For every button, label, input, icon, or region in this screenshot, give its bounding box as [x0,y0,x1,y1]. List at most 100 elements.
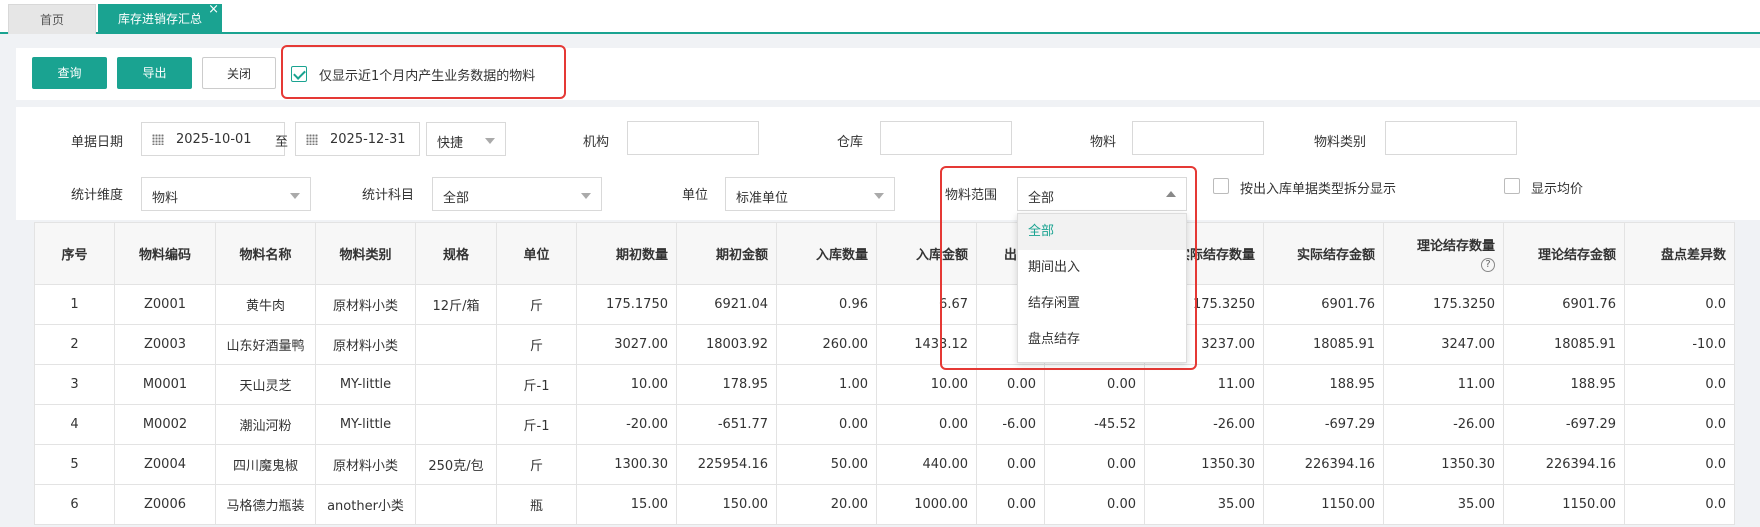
table-cell: 6921.04 [676,284,777,325]
table-row[interactable]: 1 Z0001 黄牛肉 原材料小类 12斤/箱斤 175.1750 6921.04 0.96 6… [34,284,1735,325]
table-row[interactable]: 5 Z0004 四川魔鬼椒 原材料小类 250克/包斤 1300.30 225954.16 5… [34,444,1735,485]
close-button[interactable]: 关闭 [202,57,276,89]
table-cell: 斤 [496,444,577,485]
range-select[interactable]: 全部 [1017,177,1187,211]
table-cell: 3 [34,364,115,405]
table-cell [415,484,497,525]
table-row[interactable]: 2 Z0003 山东好酒量鸭 原材料小类斤 3027.00 18003.92 260.00 1… [34,324,1735,365]
table-cell: 1.00 [776,364,877,405]
split-label: 按出入库单据类型拆分显示 [1240,182,1397,197]
table-cell: 188.95 [1503,364,1625,405]
dropdown-option[interactable]: 结存闲置 [1018,286,1186,322]
table-cell: 1433.12 [876,324,977,365]
subject-value: 全部 [443,191,470,206]
table-cell: 3027.00 [576,324,677,365]
table-row[interactable]: 3 M0001 天山灵芝 MY-little 斤-1 10.00 178.95 1.00 10.… [34,364,1735,405]
col-header[interactable]: 盘点差异数 [1624,222,1735,285]
col-header[interactable]: 实际结存金额 [1263,222,1384,285]
table-cell: Z0004 [114,444,216,485]
close-icon[interactable]: × [208,0,219,25]
export-button[interactable]: 导出 [117,57,192,89]
table-cell: 1350.30 [1144,444,1264,485]
table-cell: 10.00 [876,364,977,405]
dimension-select[interactable]: 物料 [141,177,311,211]
col-header[interactable]: 入库数量 [776,222,877,285]
category-input[interactable] [1385,121,1517,155]
chevron-down-icon [290,193,300,199]
table-header-row: 序号 物料编码 物料名称 物料类别 规格 单位 期初数量 期初金额 入库数量 入… [34,222,1735,285]
tab-bar: 首页 库存进销存汇总 × [0,0,1760,34]
recent-only-checkbox[interactable] [291,66,307,82]
date-from-input[interactable]: 2025-10-01 [141,122,285,156]
col-header[interactable]: 理论结存数量 ? [1383,222,1504,285]
col-header-label: 理论结存数量 [1416,239,1495,254]
category-label: 物料类别 [1314,135,1367,150]
dropdown-option[interactable]: 全部 [1018,214,1186,250]
table-cell: 0.0 [1624,284,1735,325]
split-checkbox[interactable] [1213,178,1229,194]
col-header[interactable]: 理论结存金额 [1503,222,1625,285]
table-cell: 20.00 [776,484,877,525]
table-cell: M0001 [114,364,216,405]
tab-home[interactable]: 首页 [8,4,96,34]
col-header[interactable]: 物料类别 [315,222,416,285]
query-button[interactable]: 查询 [32,57,107,89]
warehouse-label: 仓库 [837,135,864,150]
col-header[interactable]: 期初金额 [676,222,777,285]
table-cell: 瓶 [496,484,577,525]
table-cell: 1150.00 [1263,484,1384,525]
chevron-down-icon [874,193,884,199]
date-to-input[interactable]: 2025-12-31 [295,122,420,156]
col-header[interactable]: 规格 [415,222,497,285]
table-cell: 175.3250 [1383,284,1504,325]
material-label: 物料 [1090,135,1117,150]
material-input[interactable] [1132,121,1264,155]
table-cell: 0.00 [876,404,977,445]
recent-only-label: 仅显示近1个月内产生业务数据的物料 [319,69,536,84]
dropdown-option[interactable]: 期间出入 [1018,250,1186,286]
col-header[interactable]: 入库金额 [876,222,977,285]
table-cell: -651.77 [676,404,777,445]
chevron-down-icon [581,193,591,199]
subject-select[interactable]: 全部 [432,177,602,211]
question-icon[interactable]: ? [1481,258,1495,272]
table-cell: -697.29 [1503,404,1625,445]
table-cell: 175.1750 [576,284,677,325]
table-cell: -26.00 [1383,404,1504,445]
unit-select[interactable]: 标准单位 [725,177,895,211]
table-cell: 225954.16 [676,444,777,485]
table-cell: 0.00 [1044,364,1145,405]
tab-inventory-summary[interactable]: 库存进销存汇总 × [98,2,222,34]
table-cell: 四川魔鬼椒 [215,444,316,485]
table-cell: 0.00 [976,444,1045,485]
table-cell: -26.00 [1144,404,1264,445]
avg-price-checkbox[interactable] [1504,178,1520,194]
col-header[interactable]: 序号 [34,222,115,285]
col-header[interactable]: 物料名称 [215,222,316,285]
col-header[interactable]: 单位 [496,222,577,285]
org-input[interactable] [627,121,759,155]
quick-select[interactable]: 快捷 [426,122,506,156]
table-cell: 0.00 [976,484,1045,525]
toolbar: 查询 导出 关闭 仅显示近1个月内产生业务数据的物料 [16,48,1760,100]
range-value: 全部 [1028,191,1055,206]
col-header[interactable]: 期初数量 [576,222,677,285]
table-cell: 6901.76 [1263,284,1384,325]
table-cell: another小类 [315,484,416,525]
table-cell: Z0006 [114,484,216,525]
dropdown-option[interactable]: 盘点结存 [1018,322,1186,358]
date-from-value: 2025-10-01 [176,132,252,147]
table-cell: 0.0 [1624,404,1735,445]
table-cell: -20.00 [576,404,677,445]
table-row[interactable]: 4 M0002 潮汕河粉 MY-little 斤-1 -20.00 -651.77 0.00 0… [34,404,1735,445]
table-cell: 0.00 [1044,444,1145,485]
table-cell: 11.00 [1383,364,1504,405]
table-cell: 1000.00 [876,484,977,525]
table-row[interactable]: 6 Z0006 马格德力瓶装 another小类 瓶 15.00 150.00 20.00 10… [34,484,1735,525]
table-cell: 山东好酒量鸭 [215,324,316,365]
table-cell: 50.00 [776,444,877,485]
col-header[interactable]: 物料编码 [114,222,216,285]
warehouse-input[interactable] [880,121,1012,155]
table-cell: MY-little [315,404,416,445]
table-cell [415,324,497,365]
